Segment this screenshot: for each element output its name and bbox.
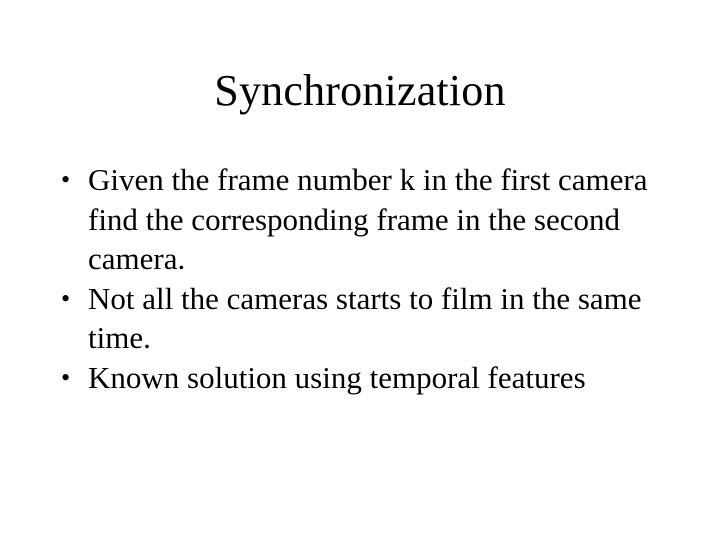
- list-item: • Not all the cameras starts to film in …: [55, 279, 680, 358]
- slide-body-content: • Given the frame number k in the first …: [55, 160, 680, 397]
- list-item-text: Given the frame number k in the first ca…: [88, 162, 648, 276]
- page-title: Synchronization: [214, 66, 506, 115]
- bullet-point-icon: •: [61, 165, 71, 194]
- list-item-text: Known solution using temporal features: [88, 359, 586, 395]
- list-item: • Given the frame number k in the first …: [55, 160, 680, 279]
- bullet-point-icon: •: [61, 362, 71, 392]
- list-item-text: Not all the cameras starts to film in th…: [88, 280, 642, 356]
- presentation-slide: Synchronization • Given the frame number…: [0, 0, 720, 540]
- list-item: • Known solution using temporal features: [55, 358, 680, 398]
- bullet-list: • Given the frame number k in the first …: [55, 160, 680, 397]
- bullet-point-icon: •: [61, 283, 71, 313]
